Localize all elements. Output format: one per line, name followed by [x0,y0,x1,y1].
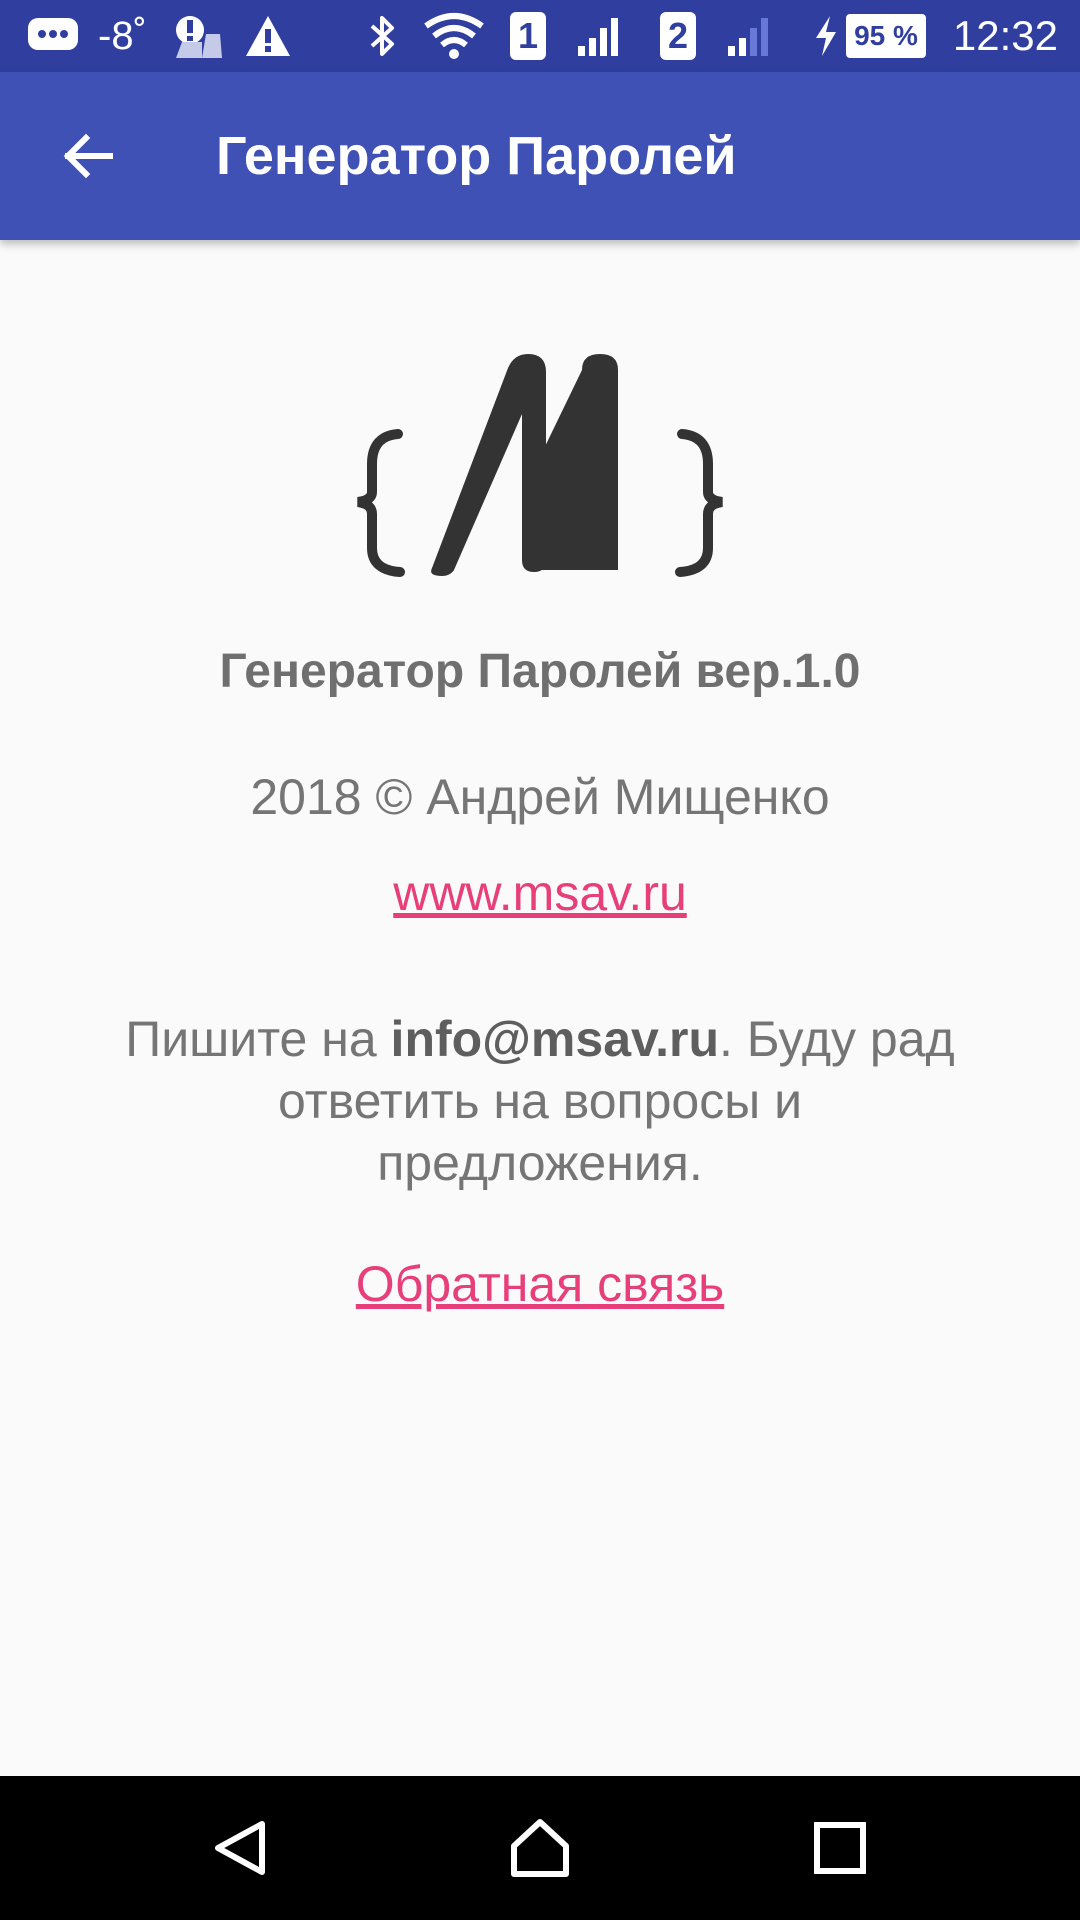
home-icon [511,1819,569,1877]
arrow-left-icon [63,133,113,179]
contact-prefix: Пишите на [125,1011,391,1067]
wifi-icon [424,0,484,72]
alert-bubble-icon [172,0,224,72]
nav-home-button[interactable] [490,1798,590,1898]
website-link[interactable]: www.msav.ru [0,864,1080,922]
back-button[interactable] [40,108,136,204]
clock: 12:32 [952,12,1058,59]
contact-text: Пишите на info@msav.ru. Буду рад ответит… [120,1008,960,1194]
nav-back-button[interactable] [190,1798,290,1898]
recents-icon [814,1822,866,1874]
message-icon [26,0,80,72]
app-bar: Генератор Паролей [0,72,1080,240]
signal-weak-icon [726,0,774,72]
signal-icon [576,0,624,72]
temperature-text: -8˚ [98,13,147,58]
copyright-text: 2018 © Андрей Мищенко [250,769,830,825]
page-title: Генератор Паролей [216,126,737,186]
status-bar: -8˚ 1 2 95 % 12:32 [0,0,1080,72]
sim2-badge: 2 [660,0,696,72]
nav-recents-button[interactable] [790,1798,890,1898]
bluetooth-icon [368,0,398,72]
navigation-bar [0,1776,1080,1920]
warning-icon [244,0,292,72]
app-version-title: Генератор Паролей вер.1.0 [219,645,861,698]
sim1-badge: 1 [510,0,546,72]
charging-icon [812,0,840,72]
back-triangle-icon [215,1821,265,1875]
feedback-link[interactable]: Обратная связь [0,1255,1080,1313]
battery-icon: 95 % [846,0,926,72]
msav-logo-icon [350,344,730,578]
contact-email[interactable]: info@msav.ru [391,1011,719,1067]
